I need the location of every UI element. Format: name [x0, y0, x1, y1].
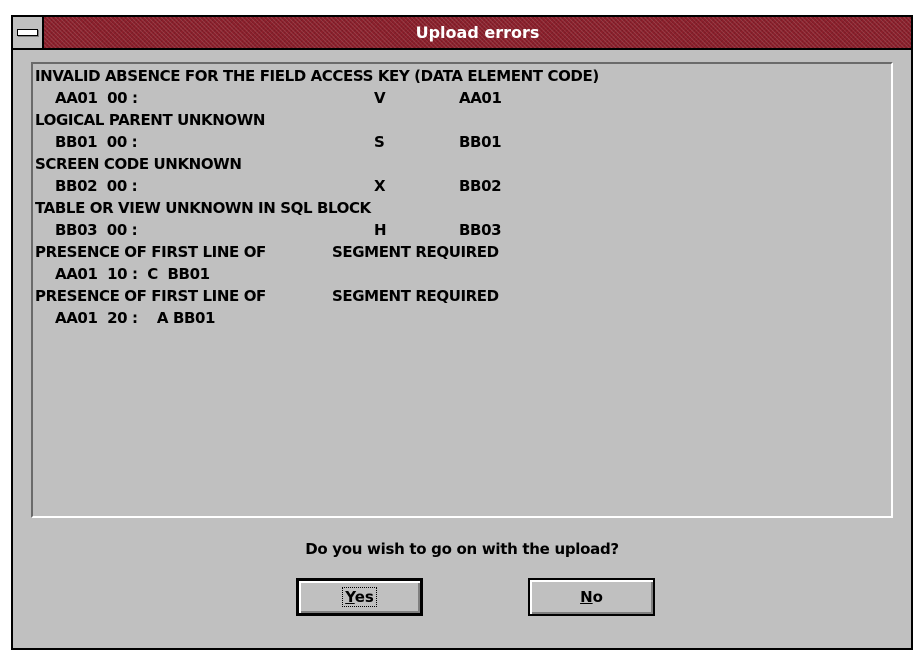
system-menu-icon [17, 29, 38, 36]
no-button[interactable]: No [528, 578, 655, 616]
error-detail: AA01 20 : A BB01 [55, 309, 216, 327]
no-button-label: No [580, 588, 603, 606]
error-detail: BB03 00 : H BB03 [55, 221, 502, 239]
error-message: SCREEN CODE UNKNOWN [35, 155, 242, 173]
yes-button[interactable]: Yes [296, 578, 423, 616]
error-message: TABLE OR VIEW UNKNOWN IN SQL BLOCK [35, 199, 371, 217]
error-list[interactable]: INVALID ABSENCE FOR THE FIELD ACCESS KEY… [31, 62, 893, 518]
error-detail: BB01 00 : S BB01 [55, 133, 502, 151]
title-bar[interactable]: Upload errors [13, 17, 911, 50]
window-title: Upload errors [415, 23, 540, 42]
yes-button-label: Yes [342, 587, 377, 607]
error-message: INVALID ABSENCE FOR THE FIELD ACCESS KEY… [35, 67, 599, 85]
error-detail: AA01 00 : V AA01 [55, 89, 502, 107]
system-menu-button[interactable] [13, 17, 44, 48]
confirmation-question: Do you wish to go on with the upload? [305, 540, 619, 558]
upload-errors-dialog: Upload errors INVALID ABSENCE FOR THE FI… [11, 15, 913, 650]
error-detail: BB02 00 : X BB02 [55, 177, 502, 195]
error-message: LOGICAL PARENT UNKNOWN [35, 111, 266, 129]
error-message: PRESENCE OF FIRST LINE OF SEGMENT REQUIR… [35, 287, 499, 305]
error-message: PRESENCE OF FIRST LINE OF SEGMENT REQUIR… [35, 243, 499, 261]
error-detail: AA01 10 : C BB01 [55, 265, 210, 283]
